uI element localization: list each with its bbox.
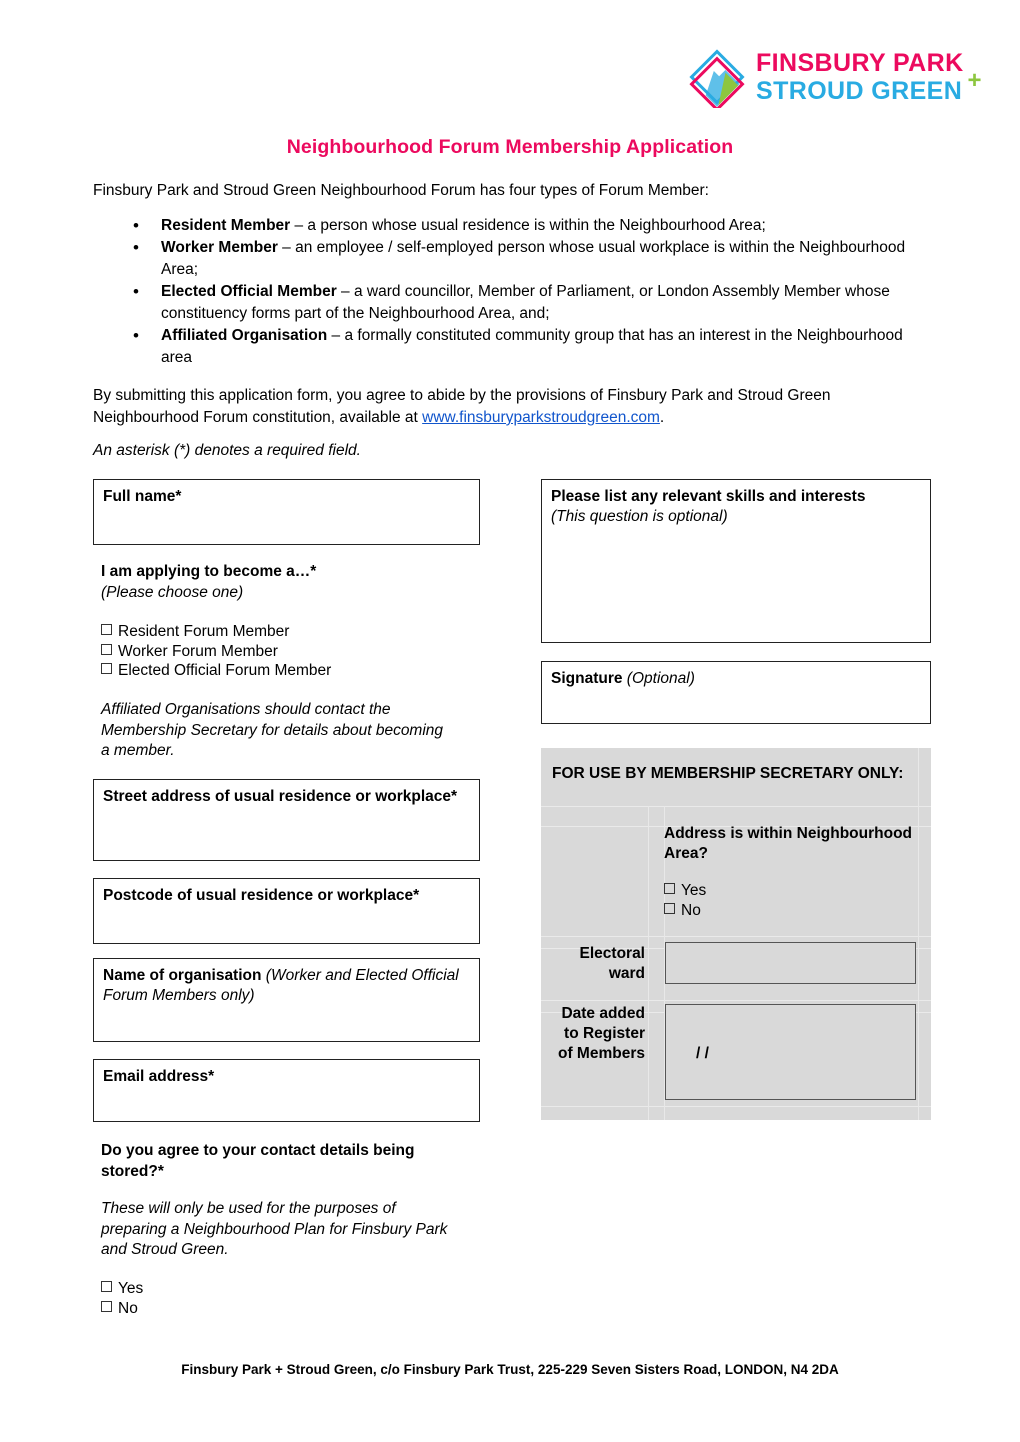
checkbox-option-consent-yes[interactable]: Yes xyxy=(101,1279,143,1299)
page-title: Neighbourhood Forum Membership Applicati… xyxy=(286,136,734,158)
affiliated-organisations-note: Affiliated Organisations should contact … xyxy=(101,701,444,760)
organisation-name-field[interactable]: Name of organisation (Worker and Elected… xyxy=(93,958,480,1042)
document-page: FINSBURY PARK STROUD GREEN + Neighbourho… xyxy=(0,0,1020,1442)
date-separator-marks: / / xyxy=(696,1045,709,1062)
logo-wordmark: FINSBURY PARK STROUD GREEN + xyxy=(756,48,982,105)
date-added-input[interactable]: / / xyxy=(665,1004,916,1100)
address-within-area-question: Address is within Neighbourhood Area? xyxy=(664,825,912,863)
consent-question-label: Do you agree to your contact details bei… xyxy=(101,1142,415,1180)
table-column-divider xyxy=(918,748,919,1120)
signature-label-bold: Signature xyxy=(551,670,627,687)
checkbox-option-worker[interactable]: Worker Forum Member xyxy=(101,642,331,662)
full-name-label: Full name* xyxy=(103,488,182,505)
checkbox-label: Yes xyxy=(118,1280,144,1297)
checkbox-label: Elected Official Forum Member xyxy=(118,662,332,680)
organisation-label-bold: Name of organisation xyxy=(103,967,266,984)
electoral-ward-input[interactable] xyxy=(665,942,916,984)
applying-sub-label: (Please choose one) xyxy=(101,584,244,601)
checkbox-option-consent-no[interactable]: No xyxy=(101,1299,143,1319)
agreement-text-after: . xyxy=(659,409,665,426)
required-field-note: An asterisk (*) denotes a required field… xyxy=(93,442,361,459)
skills-sub-label: (This question is optional) xyxy=(551,508,728,526)
checkbox-label: Worker Forum Member xyxy=(118,642,278,660)
email-address-field[interactable]: Email address* xyxy=(93,1059,480,1122)
checkbox-label: No xyxy=(681,901,701,919)
table-rule xyxy=(541,936,931,937)
consent-checkbox-group[interactable]: Yes No xyxy=(101,1279,143,1318)
member-type-term: Elected Official Member xyxy=(161,283,337,300)
organisation-logo: FINSBURY PARK STROUD GREEN + xyxy=(686,44,982,112)
intro-paragraph: Finsbury Park and Stroud Green Neighbour… xyxy=(93,182,709,199)
signature-label-italic: (Optional) xyxy=(626,670,695,687)
member-type-term: Resident Member xyxy=(161,217,291,234)
agreement-paragraph: By submitting this application form, you… xyxy=(93,385,933,429)
member-type-term: Worker Member xyxy=(161,239,278,256)
constitution-link[interactable]: www.finsburyparkstroudgreen.com xyxy=(422,409,660,426)
postcode-label: Postcode of usual residence or workplace… xyxy=(103,887,420,904)
list-item: Elected Official Member – a ward council… xyxy=(93,280,933,325)
checkbox-label: Yes xyxy=(681,882,707,899)
logo-line-finsbury-park: FINSBURY PARK xyxy=(756,48,964,77)
consent-usage-note: These will only be used for the purposes… xyxy=(101,1200,448,1259)
checkbox-icon[interactable] xyxy=(101,663,112,675)
table-rule xyxy=(541,806,931,807)
list-item: Worker Member – an employee / self-emplo… xyxy=(93,236,933,281)
postcode-field[interactable]: Postcode of usual residence or workplace… xyxy=(93,878,480,944)
checkbox-icon[interactable] xyxy=(101,624,112,635)
secretary-section-heading: FOR USE BY MEMBERSHIP SECRETARY ONLY: xyxy=(552,765,904,782)
checkbox-label: No xyxy=(118,1299,138,1317)
member-type-term: Affiliated Organisation xyxy=(161,327,328,344)
member-type-checkbox-group[interactable]: Resident Forum Member Worker Forum Membe… xyxy=(101,622,331,681)
street-address-label: Street address of usual residence or wor… xyxy=(103,788,458,805)
street-address-field[interactable]: Street address of usual residence or wor… xyxy=(93,779,480,861)
member-types-list: Resident Member – a person whose usual r… xyxy=(93,214,933,369)
checkbox-label: Resident Forum Member xyxy=(118,623,290,640)
checkbox-option-area-yes[interactable]: Yes xyxy=(664,881,706,901)
date-added-label: Date added to Register of Members xyxy=(558,1005,645,1062)
table-rule xyxy=(541,1106,931,1107)
membership-secretary-section: FOR USE BY MEMBERSHIP SECRETARY ONLY: Ad… xyxy=(541,748,931,1120)
skills-label: Please list any relevant skills and inte… xyxy=(551,488,866,505)
footer-address: Finsbury Park + Stroud Green, c/o Finsbu… xyxy=(181,1362,839,1377)
checkbox-icon[interactable] xyxy=(101,1300,112,1312)
signature-field[interactable]: Signature (Optional) xyxy=(541,661,931,724)
skills-and-interests-field[interactable]: Please list any relevant skills and inte… xyxy=(541,479,931,643)
applying-label: I am applying to become a…* xyxy=(101,563,317,580)
checkbox-icon[interactable] xyxy=(664,902,675,914)
table-rule xyxy=(541,1000,931,1001)
logo-plus-icon: + xyxy=(967,66,982,94)
list-item: Resident Member – a person whose usual r… xyxy=(93,214,933,238)
checkbox-icon[interactable] xyxy=(664,883,675,894)
address-within-area-checkbox-group[interactable]: Yes No xyxy=(664,881,706,920)
member-type-desc: – a person whose usual residence is with… xyxy=(290,217,766,234)
checkbox-icon[interactable] xyxy=(101,643,112,655)
logo-diamond-icon xyxy=(686,46,748,112)
table-column-divider xyxy=(648,806,649,1120)
email-address-label: Email address* xyxy=(103,1068,215,1085)
list-item: Affiliated Organisation – a formally con… xyxy=(93,324,933,369)
electoral-ward-label: Electoral ward xyxy=(579,945,645,982)
checkbox-icon[interactable] xyxy=(101,1281,112,1292)
logo-line-stroud-green: STROUD GREEN xyxy=(756,76,963,105)
checkbox-option-elected-official[interactable]: Elected Official Forum Member xyxy=(101,661,331,681)
checkbox-option-area-no[interactable]: No xyxy=(664,901,706,921)
checkbox-option-resident[interactable]: Resident Forum Member xyxy=(101,622,331,642)
full-name-field[interactable]: Full name* xyxy=(93,479,480,545)
